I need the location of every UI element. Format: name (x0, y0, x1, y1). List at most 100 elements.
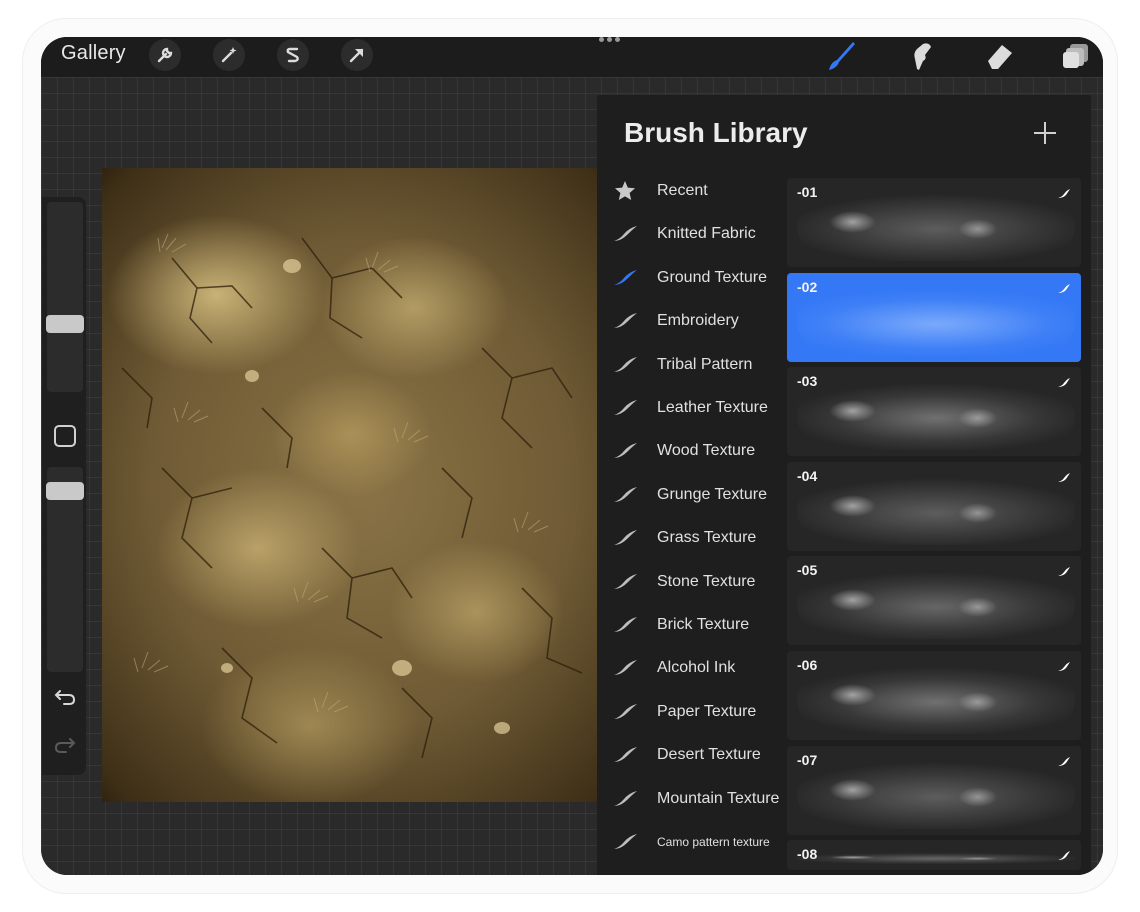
brush-set-item[interactable]: Mountain Texture (611, 779, 789, 819)
redo-icon[interactable] (54, 735, 76, 760)
brush-name: -01 (797, 184, 818, 200)
brush-stroke-icon (611, 268, 639, 288)
gallery-button[interactable]: Gallery (61, 42, 126, 65)
modify-button[interactable] (54, 425, 76, 447)
brush-stroke-preview (797, 663, 1075, 734)
brush-set-item[interactable]: Paper Texture (611, 692, 789, 732)
brush-item[interactable]: -08 (787, 840, 1081, 871)
brush-item[interactable]: -07 (787, 745, 1081, 835)
brush-set-label: Stone Texture (657, 572, 756, 590)
opacity-thumb[interactable] (46, 482, 84, 500)
brush-stroke-icon (611, 832, 639, 852)
brush-set-item[interactable]: Knitted Fabric (611, 214, 789, 254)
brush-item[interactable]: -01 (787, 178, 1081, 267)
brush-set-label: Tribal Pattern (657, 355, 753, 373)
transform-arrow-icon[interactable] (341, 39, 373, 71)
brush-stroke-icon (611, 789, 639, 809)
brush-set-label: Camo pattern texture (657, 835, 770, 849)
top-toolbar: Gallery (41, 37, 1103, 77)
brush-item[interactable]: -02 (787, 272, 1081, 362)
brush-stroke-icon (611, 485, 639, 505)
brush-name: -03 (797, 373, 818, 390)
brush-name: -05 (797, 562, 818, 579)
brush-set-item[interactable]: Brick Texture (611, 605, 789, 645)
smudge-icon[interactable] (902, 39, 938, 73)
brush-name: -02 (797, 278, 818, 295)
brush-set-item[interactable]: Ground Texture (611, 258, 789, 298)
brush-stroke-icon (1057, 281, 1071, 293)
brush-stroke-icon (611, 355, 639, 375)
add-brush-set-icon[interactable] (1031, 119, 1059, 147)
brush-set-item[interactable]: Recent (611, 171, 789, 211)
brush-set-label: Mountain Texture (657, 789, 780, 807)
left-sidebar (42, 197, 86, 775)
brush-name: -06 (797, 657, 818, 673)
brush-item[interactable]: -04 (787, 461, 1081, 551)
brush-stroke-icon (611, 311, 639, 331)
brush-set-item[interactable]: Wood Texture (611, 431, 789, 471)
brush-name: -08 (797, 846, 818, 863)
brush-set-label: Desert Texture (657, 746, 761, 764)
brush-stroke-preview (797, 379, 1075, 451)
brush-set-label: Embroidery (657, 312, 739, 330)
brush-set-item[interactable]: Tribal Pattern (611, 345, 789, 385)
brush-stroke-preview (797, 568, 1075, 640)
brush-set-item[interactable]: Camo pattern texture (611, 822, 789, 862)
brush-set-label: Alcohol Ink (657, 659, 736, 677)
brush-stroke-preview (797, 757, 1075, 829)
panel-title: Brush Library (624, 117, 808, 148)
brush-set-label: Wood Texture (657, 442, 756, 460)
brush-set-item[interactable]: Embroidery (611, 301, 789, 341)
brush-stroke-icon (1057, 754, 1071, 766)
brush-set-label: Paper Texture (657, 702, 757, 720)
drag-handle-icon[interactable] (599, 37, 625, 45)
brush-set-item[interactable]: Leather Texture (611, 388, 789, 428)
brush-stroke-icon (611, 572, 639, 592)
brush-stroke-icon (1057, 848, 1071, 861)
brush-stroke-icon (1057, 564, 1071, 577)
brush-set-item[interactable]: Alcohol Ink (611, 648, 789, 688)
brush-name: -04 (797, 467, 818, 484)
layers-icon[interactable] (1058, 39, 1094, 73)
brush-set-label: Leather Texture (657, 399, 768, 416)
brush-set-label: Knitted Fabric (657, 225, 756, 243)
brush-stroke-icon (611, 615, 639, 635)
brush-stroke-preview (797, 190, 1075, 261)
brush-stroke-preview (797, 473, 1075, 545)
brush-stroke-icon (611, 224, 639, 244)
brush-set-label: Grass Texture (657, 529, 757, 547)
ground-texture-artwork (121, 233, 583, 759)
undo-icon[interactable] (54, 687, 76, 712)
brush-size-slider[interactable] (47, 202, 83, 392)
brush-item[interactable]: -03 (787, 367, 1081, 457)
brush-stroke-preview (797, 852, 1075, 865)
brush-stroke-icon (611, 441, 639, 461)
brush-stroke-icon (1057, 659, 1071, 671)
brush-item[interactable]: -05 (787, 556, 1081, 646)
brush-stroke-icon (1057, 375, 1071, 388)
brush-set-label: Ground Texture (657, 268, 767, 286)
brush-stroke-icon (1057, 470, 1071, 482)
brush-stroke-icon (611, 658, 639, 678)
brush-library-panel: Brush Library Recent Knitted Fabric Ground… (597, 95, 1091, 875)
magic-wand-icon[interactable] (213, 39, 245, 71)
brush-set-item[interactable]: Grass Texture (611, 518, 789, 558)
eraser-icon[interactable] (981, 39, 1017, 73)
brush-stroke-icon (1057, 186, 1071, 198)
selection-s-icon[interactable] (277, 39, 309, 71)
brush-set-item[interactable]: Desert Texture (611, 735, 789, 775)
brush-set-item[interactable]: Grunge Texture (611, 475, 789, 515)
artwork-canvas[interactable] (102, 168, 622, 802)
brush-set-label: Brick Texture (657, 616, 750, 633)
brush-set-label: Grunge Texture (657, 485, 767, 503)
brush-stroke-icon (611, 398, 639, 418)
brush-icon[interactable] (823, 39, 859, 73)
brush-size-thumb[interactable] (46, 315, 84, 333)
brush-set-item[interactable]: Stone Texture (611, 562, 789, 602)
wrench-icon[interactable] (149, 39, 181, 71)
procreate-screen: Gallery Brush Library Recent Knitted Fab… (41, 37, 1103, 875)
brush-item[interactable]: -06 (787, 651, 1081, 740)
brush-name: -07 (797, 751, 818, 768)
brush-stroke-icon (611, 745, 639, 765)
star-icon (611, 181, 639, 201)
